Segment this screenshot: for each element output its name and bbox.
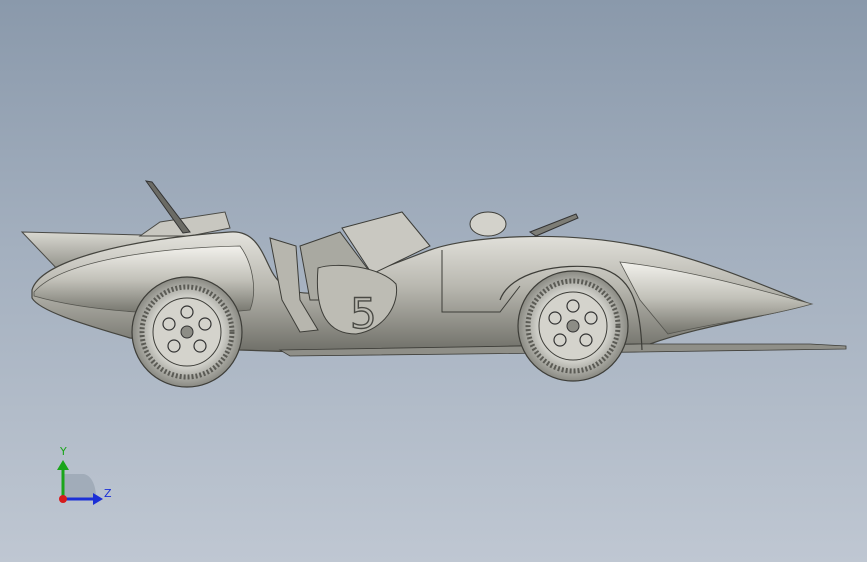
graphics-viewport[interactable]: 5 Y Z — [0, 0, 867, 562]
rear-wheel — [131, 276, 243, 388]
y-arrow-head — [57, 460, 69, 470]
z-axis-label: Z — [104, 487, 112, 500]
car-number-label: 5 — [350, 289, 377, 338]
front-wheel — [517, 270, 629, 382]
coordinate-triad: Y Z — [57, 445, 112, 505]
y-axis-label: Y — [59, 445, 67, 458]
x-axis-dot — [59, 495, 67, 503]
z-arrow-head — [93, 493, 103, 505]
mirror-pod — [469, 211, 579, 237]
model-view[interactable]: 5 Y Z — [0, 0, 867, 562]
